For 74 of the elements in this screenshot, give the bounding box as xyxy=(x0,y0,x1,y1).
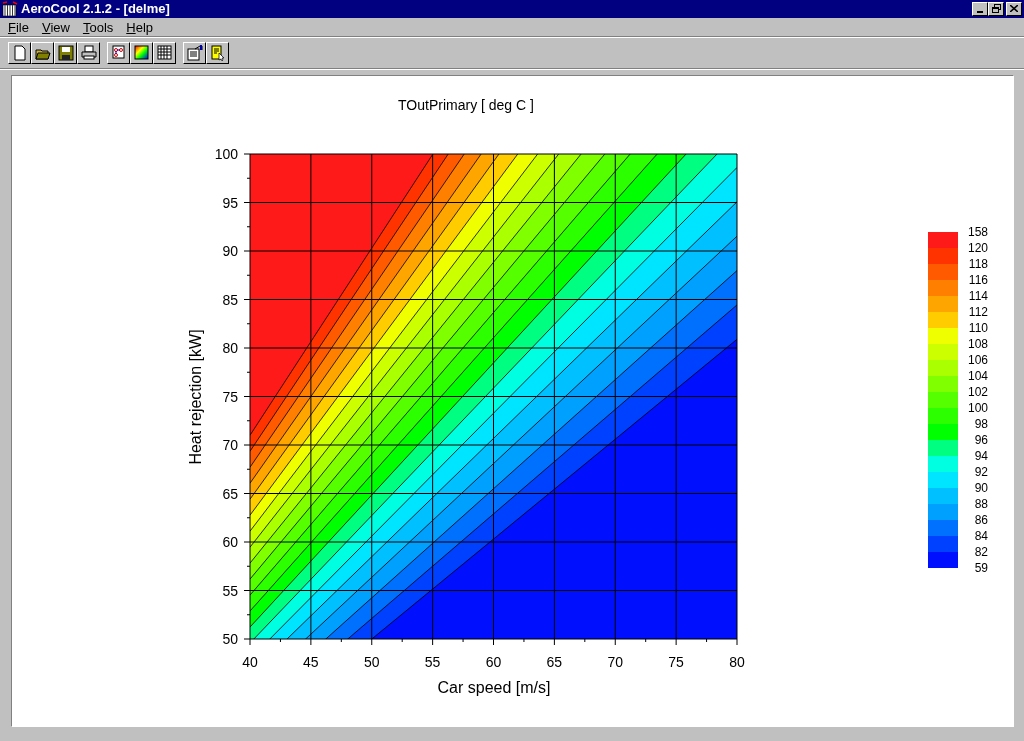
legend-label: 84 xyxy=(974,529,988,543)
x-tick-label: 45 xyxy=(303,654,319,670)
pointer-icon xyxy=(209,45,226,62)
new-file-button[interactable] xyxy=(8,42,31,65)
x-tick-label: 60 xyxy=(485,654,502,670)
legend-label: 104 xyxy=(967,369,988,383)
y-tick-label: 65 xyxy=(222,485,238,502)
menu-item[interactable]: File xyxy=(2,19,36,35)
legend-label: 106 xyxy=(967,353,988,367)
legend-label: 90 xyxy=(974,481,988,495)
y-axis-label: Heat rejection [kW] xyxy=(187,329,204,465)
color-gradient-icon xyxy=(133,45,150,62)
menu-item[interactable]: Tools xyxy=(76,19,121,35)
legend-label: 100 xyxy=(967,401,988,415)
diagram-button[interactable] xyxy=(107,42,130,65)
restore-button[interactable] xyxy=(988,1,1004,16)
y-tick-label: 85 xyxy=(222,291,238,308)
legend-label: 102 xyxy=(967,385,988,399)
legend-label: 110 xyxy=(968,321,988,335)
y-tick-label: 50 xyxy=(222,631,238,647)
x-tick-label: 65 xyxy=(546,654,563,670)
print-icon xyxy=(80,45,97,62)
window-title: AeroCool 2.1.2 - [delme] xyxy=(21,1,171,17)
save-button[interactable] xyxy=(54,42,77,65)
legend-label: 96 xyxy=(974,433,988,447)
color-gradient-button[interactable] xyxy=(130,42,153,65)
menu-item[interactable]: View xyxy=(35,19,77,35)
diagram-icon xyxy=(110,45,127,62)
y-tick-label: 55 xyxy=(222,582,238,599)
x-axis-label: Car speed [m/s] xyxy=(437,679,551,696)
app-icon xyxy=(2,0,18,17)
legend-label: 86 xyxy=(974,513,988,527)
save-icon xyxy=(57,45,74,62)
close-icon xyxy=(1010,5,1018,13)
y-tick-label: 60 xyxy=(222,534,238,550)
legend-label: 94 xyxy=(974,449,988,463)
x-tick-label: 55 xyxy=(424,654,441,670)
print-button[interactable] xyxy=(77,42,100,65)
y-tick-label: 75 xyxy=(222,388,238,405)
minimize-button[interactable] xyxy=(972,1,988,16)
legend-label: 116 xyxy=(968,273,988,287)
x-tick-label: 70 xyxy=(607,654,624,670)
restore-icon xyxy=(991,4,1001,14)
close-button[interactable] xyxy=(1006,1,1022,16)
x-tick-label: 75 xyxy=(668,654,684,670)
properties-button[interactable] xyxy=(183,42,206,65)
x-tick-label: 50 xyxy=(363,654,380,670)
pointer-button[interactable] xyxy=(206,42,229,65)
legend-label: 112 xyxy=(968,305,988,319)
minimize-icon xyxy=(977,10,983,13)
y-tick-label: 90 xyxy=(222,243,238,259)
legend-label: 82 xyxy=(974,545,988,559)
properties-icon xyxy=(186,45,203,62)
legend-label: 118 xyxy=(968,257,988,271)
legend-label: 114 xyxy=(968,289,988,303)
legend-label: 98 xyxy=(974,417,988,431)
y-tick-label: 70 xyxy=(222,437,238,453)
x-tick-label: 40 xyxy=(242,654,258,670)
legend-label: 59 xyxy=(974,561,988,575)
legend-label: 108 xyxy=(967,337,988,351)
grid-icon xyxy=(156,45,173,62)
legend-label: 120 xyxy=(967,241,988,255)
chart-title: TOutPrimary [ deg C ] xyxy=(398,97,534,113)
legend-label: 88 xyxy=(974,497,988,511)
y-tick-label: 95 xyxy=(222,194,238,211)
legend-label: 158 xyxy=(967,225,988,239)
y-tick-label: 100 xyxy=(214,146,238,162)
x-tick-label: 80 xyxy=(729,654,745,670)
legend-label: 92 xyxy=(974,465,988,479)
grid-button[interactable] xyxy=(153,42,176,65)
menu-item[interactable]: Help xyxy=(120,19,161,35)
y-tick-label: 80 xyxy=(222,340,238,356)
new-file-icon xyxy=(11,45,28,62)
open-folder-button[interactable] xyxy=(31,42,54,65)
